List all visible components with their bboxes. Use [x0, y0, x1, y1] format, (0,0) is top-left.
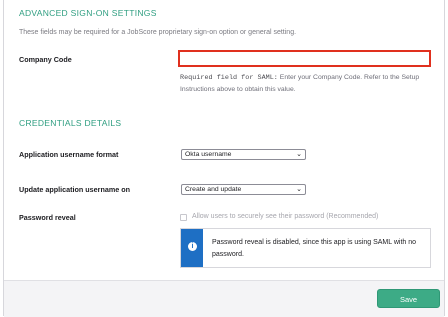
info-icon: i	[188, 242, 197, 251]
password-reveal-info-message: Password reveal is disabled, since this …	[212, 239, 417, 258]
update-username-on-select[interactable]: Create and update ⌄	[181, 184, 306, 195]
username-format-label: Application username format	[19, 150, 119, 159]
chevron-down-icon: ⌄	[296, 186, 302, 193]
chevron-down-icon: ⌄	[296, 151, 302, 158]
company-code-input[interactable]	[178, 50, 431, 67]
username-format-select[interactable]: Okta username ⌄	[181, 149, 306, 160]
password-reveal-info-box: i Password reveal is disabled, since thi…	[180, 228, 431, 268]
advanced-settings-description: These fields may be required for a JobSc…	[19, 29, 297, 36]
password-reveal-checkbox[interactable]	[180, 214, 187, 221]
saml-required-note: Required field for SAML:	[180, 74, 278, 82]
username-format-value: Okta username	[185, 151, 232, 158]
credentials-details-title: CREDENTIALS DETAILS	[19, 118, 122, 128]
update-username-on-value: Create and update	[185, 186, 242, 193]
company-code-help: Required field for SAML: Enter your Comp…	[180, 72, 440, 95]
company-code-label: Company Code	[19, 55, 72, 64]
password-reveal-label: Password reveal	[19, 213, 76, 222]
save-button[interactable]: Save	[377, 289, 440, 308]
password-reveal-checkbox-label: Allow users to securely see their passwo…	[192, 213, 379, 220]
update-username-on-label: Update application username on	[19, 185, 131, 194]
settings-panel: ADVANCED SIGN-ON SETTINGS These fields m…	[3, 0, 445, 317]
info-bar: i	[181, 229, 203, 267]
advanced-settings-title: ADVANCED SIGN-ON SETTINGS	[19, 8, 157, 18]
footer-bar: Save	[4, 280, 444, 317]
